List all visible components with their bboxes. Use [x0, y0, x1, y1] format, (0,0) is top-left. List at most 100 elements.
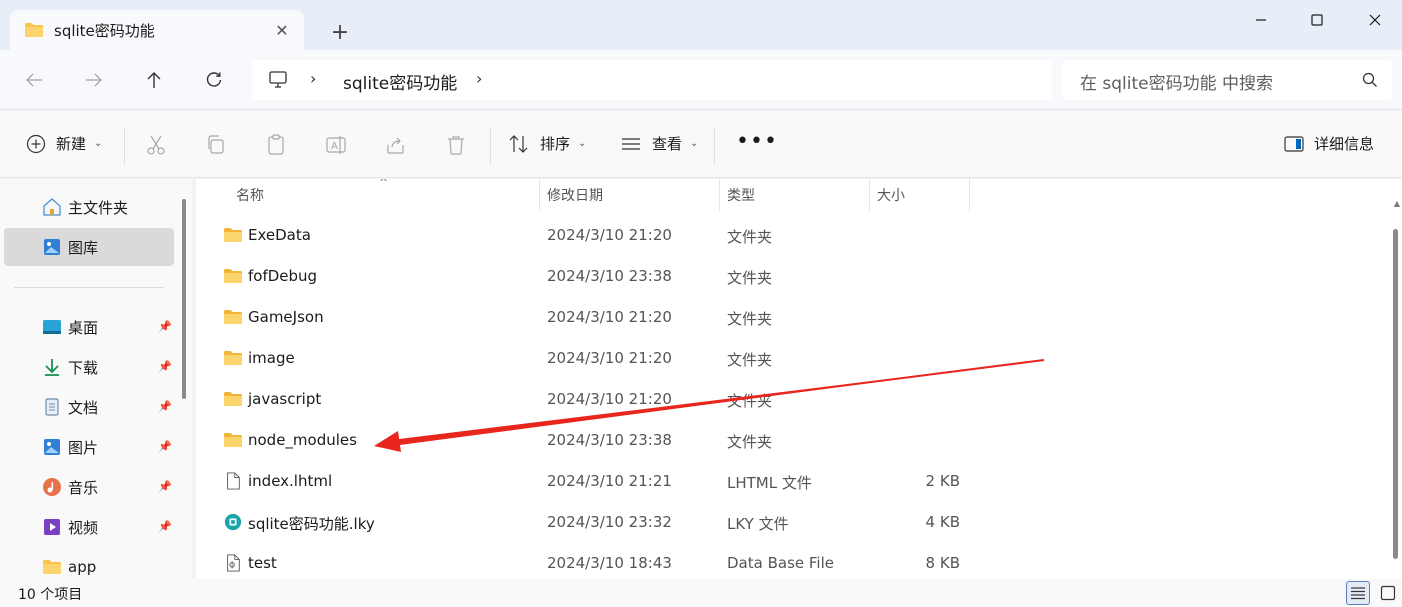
details-pane-button[interactable]: 详细信息	[1284, 133, 1374, 154]
file-date: 2024/3/10 21:20	[547, 226, 672, 244]
pin-icon[interactable]: 📌	[158, 520, 172, 533]
pin-icon[interactable]: 📌	[158, 480, 172, 493]
search-icon	[1362, 72, 1377, 87]
tab-close-icon[interactable]: ✕	[272, 20, 292, 40]
file-row[interactable]: fofDebug 2024/3/10 23:38 文件夹	[196, 256, 1386, 297]
pin-icon[interactable]: 📌	[158, 440, 172, 453]
file-row[interactable]: image 2024/3/10 21:20 文件夹	[196, 338, 1386, 379]
thumbnail-view-button[interactable]	[1376, 581, 1400, 605]
plus-circle-icon	[26, 134, 46, 153]
close-button[interactable]	[1352, 2, 1398, 38]
file-row[interactable]: test 2024/3/10 18:43 Data Base File 8 KB	[196, 543, 1386, 579]
command-bar: 新建 ⌄ A 排序 ⌄ 查看 ⌄ ••• 详细信息	[0, 111, 1402, 178]
file-row[interactable]: javascript 2024/3/10 21:20 文件夹	[196, 379, 1386, 420]
column-header-name[interactable]: 名称	[236, 179, 264, 211]
file-row[interactable]: sqlite密码功能.lky 2024/3/10 23:32 LKY 文件 4 …	[196, 502, 1386, 543]
column-divider[interactable]	[969, 179, 970, 211]
thumbnail-view-icon	[1380, 585, 1396, 601]
address-path-box[interactable]: › sqlite密码功能 ›	[252, 60, 1052, 100]
file-date: 2024/3/10 21:20	[547, 308, 672, 326]
file-type: 文件夹	[727, 310, 773, 328]
sidebar-item-videos[interactable]: 视频 📌	[4, 508, 174, 546]
search-input[interactable]: 在 sqlite密码功能 中搜索	[1062, 60, 1392, 100]
sidebar-divider	[14, 287, 164, 288]
sidebar-item-gallery[interactable]: 图库	[4, 228, 174, 266]
scroll-up-icon[interactable]: ▲	[1394, 199, 1400, 208]
sidebar-scrollbar[interactable]	[182, 199, 186, 399]
file-name: fofDebug	[248, 267, 318, 285]
sidebar-item-desktop[interactable]: 桌面 📌	[4, 308, 174, 346]
column-header-type[interactable]: 类型	[727, 179, 755, 211]
file-row[interactable]: index.lhtml 2024/3/10 21:21 LHTML 文件 2 K…	[196, 461, 1386, 502]
sidebar-item-app[interactable]: app	[4, 548, 174, 579]
file-name: image	[248, 349, 295, 367]
column-divider[interactable]	[719, 179, 720, 211]
file-type: LHTML 文件	[727, 474, 812, 492]
pin-icon[interactable]: 📌	[158, 400, 172, 413]
up-button[interactable]	[140, 66, 168, 94]
file-icon	[227, 472, 240, 490]
video-icon	[44, 519, 60, 535]
view-button[interactable]: 查看 ⌄	[620, 133, 698, 154]
file-row[interactable]: GameJson 2024/3/10 21:20 文件夹	[196, 297, 1386, 338]
sidebar-item-pictures[interactable]: 图片 📌	[4, 428, 174, 466]
sidebar-item-documents[interactable]: 文档 📌	[4, 388, 174, 426]
item-count: 10 个项目	[18, 587, 83, 603]
share-icon[interactable]	[384, 133, 408, 157]
svg-text:A: A	[331, 141, 338, 152]
rename-icon[interactable]: A	[324, 133, 348, 157]
file-type: 文件夹	[727, 351, 773, 369]
column-header-date[interactable]: 修改日期	[547, 179, 603, 211]
pin-icon[interactable]: 📌	[158, 320, 172, 333]
arrow-left-icon	[26, 73, 42, 87]
cut-icon[interactable]	[144, 133, 168, 157]
home-icon	[43, 198, 61, 216]
folder-icon	[224, 433, 242, 447]
details-view-button[interactable]	[1346, 581, 1370, 605]
forward-button[interactable]	[80, 66, 108, 94]
paste-icon[interactable]	[264, 133, 288, 157]
gallery-icon	[44, 239, 60, 255]
refresh-button[interactable]	[200, 66, 228, 94]
file-size: 4 KB	[925, 513, 960, 531]
file-name: node_modules	[248, 431, 357, 449]
file-date: 2024/3/10 21:20	[547, 390, 672, 408]
chevron-down-icon: ⌄	[578, 138, 587, 149]
file-type: 文件夹	[727, 433, 773, 451]
file-row[interactable]: ExeData 2024/3/10 21:20 文件夹	[196, 215, 1386, 256]
column-header-size[interactable]: 大小	[877, 179, 905, 211]
sidebar-item-music[interactable]: 音乐 📌	[4, 468, 174, 506]
new-button[interactable]: 新建 ⌄	[26, 133, 102, 154]
back-button[interactable]	[20, 66, 48, 94]
file-type: 文件夹	[727, 228, 773, 246]
pin-icon[interactable]: 📌	[158, 360, 172, 373]
file-row[interactable]: node_modules 2024/3/10 23:38 文件夹	[196, 420, 1386, 461]
breadcrumb-chevron-icon[interactable]: ›	[476, 69, 482, 88]
status-bar: 10 个项目	[0, 579, 1402, 607]
breadcrumb-chevron-icon[interactable]: ›	[310, 69, 316, 88]
copy-icon[interactable]	[204, 133, 228, 157]
delete-icon[interactable]	[444, 133, 468, 157]
chevron-down-icon: ⌄	[690, 138, 699, 149]
database-file-icon	[227, 554, 240, 572]
file-list-scrollbar[interactable]	[1393, 229, 1398, 559]
details-view-icon	[1351, 587, 1365, 600]
file-name: javascript	[248, 390, 322, 408]
minimize-button[interactable]	[1238, 2, 1284, 38]
file-type: Data Base File	[727, 554, 834, 572]
breadcrumb-current[interactable]: sqlite密码功能	[343, 69, 457, 94]
file-date: 2024/3/10 21:20	[547, 349, 672, 367]
document-icon	[45, 398, 59, 416]
view-label: 查看	[652, 135, 683, 153]
sidebar-item-downloads[interactable]: 下载 📌	[4, 348, 174, 386]
more-options-button[interactable]: •••	[736, 131, 778, 153]
tab-current-folder[interactable]: sqlite密码功能 ✕	[10, 10, 304, 50]
refresh-icon	[206, 72, 222, 87]
column-divider[interactable]	[869, 179, 870, 211]
sidebar-item-home[interactable]: 主文件夹	[4, 188, 174, 226]
sort-button[interactable]: 排序 ⌄	[508, 133, 586, 154]
toolbar-divider	[714, 127, 715, 165]
maximize-button[interactable]	[1294, 2, 1340, 38]
new-tab-button[interactable]: +	[328, 20, 352, 45]
column-divider[interactable]	[539, 179, 540, 211]
